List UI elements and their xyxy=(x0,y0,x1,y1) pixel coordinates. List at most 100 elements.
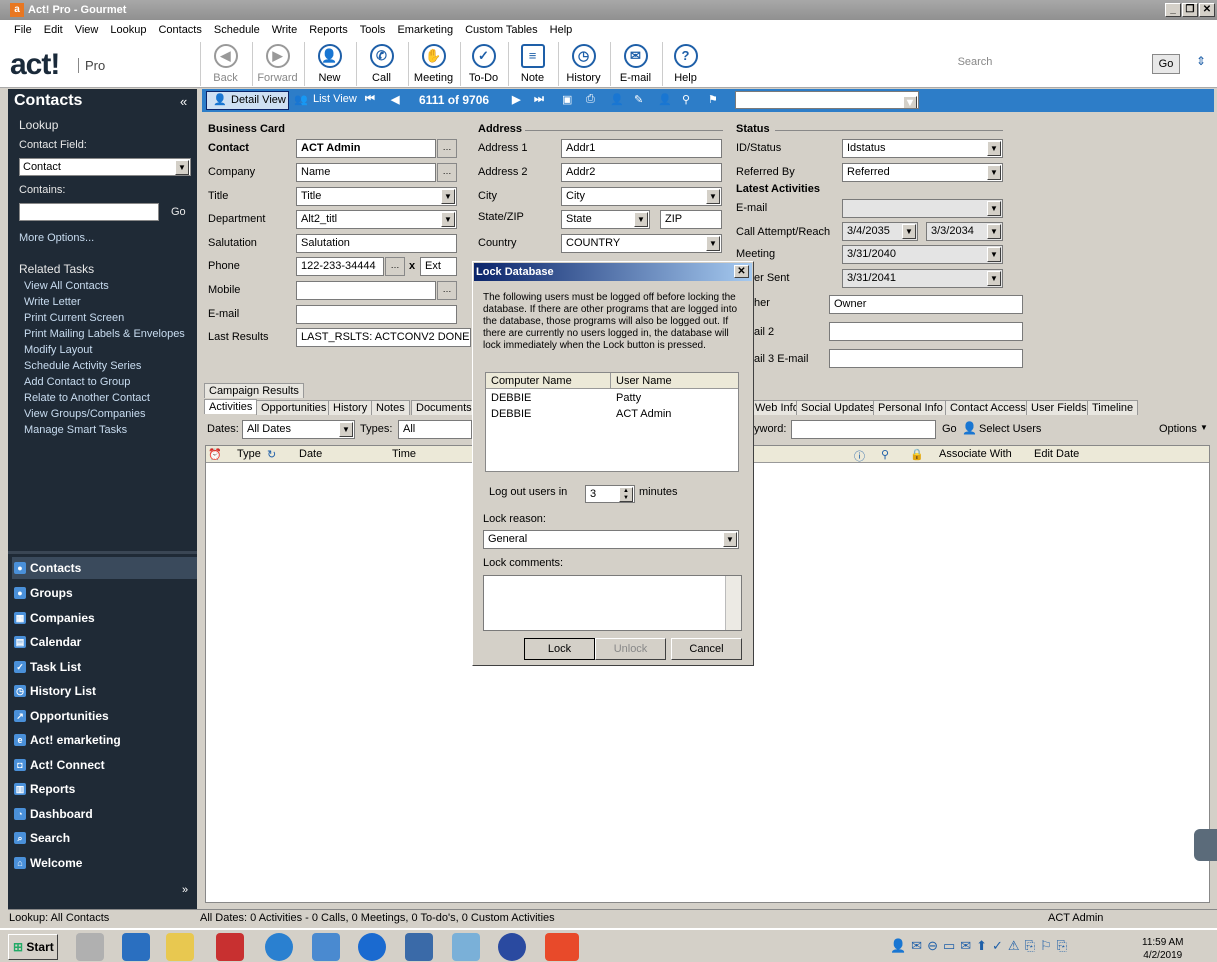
mobile-format-button[interactable]: … xyxy=(437,281,457,300)
menu-tools[interactable]: Tools xyxy=(360,24,386,36)
control-panel-icon[interactable] xyxy=(312,933,340,961)
col-time[interactable]: Time xyxy=(392,448,416,460)
sidebar-splitter[interactable] xyxy=(8,551,197,554)
state-select[interactable]: State ▼ xyxy=(561,210,650,229)
col-type[interactable]: Type xyxy=(237,448,261,460)
logout-minutes-spinner[interactable]: 3 ▲ ▼ xyxy=(585,485,635,503)
tab-user-fields[interactable]: User Fields xyxy=(1026,400,1092,415)
nav-dashboard[interactable]: ◔ Dashboard xyxy=(12,803,197,825)
new-button[interactable]: 👤 New xyxy=(304,42,354,86)
previous-record-icon[interactable]: ◀ xyxy=(391,93,399,106)
dialog-close-button[interactable]: ✕ xyxy=(734,265,749,278)
minimize-button[interactable]: _ xyxy=(1165,3,1181,17)
tab-social-updates[interactable]: Social Updates xyxy=(796,400,880,415)
toolbar-expand-icon[interactable]: ⇕ xyxy=(1196,54,1206,68)
menu-file[interactable]: File xyxy=(14,24,32,36)
task-add-contact-to-group[interactable]: Add Contact to Group xyxy=(24,376,130,388)
referred-by-select[interactable]: Referred ▼ xyxy=(842,163,1003,182)
menu-lookup[interactable]: Lookup xyxy=(110,24,146,36)
email-field[interactable] xyxy=(296,305,457,324)
task-manage-smart-tasks[interactable]: Manage Smart Tasks xyxy=(24,424,127,436)
email3-field[interactable] xyxy=(829,349,1023,368)
task-print-current-screen[interactable]: Print Current Screen xyxy=(24,312,124,324)
col-computer-name[interactable]: Computer Name xyxy=(491,375,572,387)
phone-format-button[interactable]: … xyxy=(385,257,405,276)
history-button[interactable]: ◷ History xyxy=(558,42,608,86)
nav-search[interactable]: ⌕ Search xyxy=(12,827,197,849)
menu-view[interactable]: View xyxy=(75,24,99,36)
mobile-field[interactable] xyxy=(296,281,436,300)
address2-field[interactable]: Addr2 xyxy=(561,163,722,182)
company-field[interactable]: Name xyxy=(296,163,436,182)
spinner-arrows-icon[interactable]: ▲ ▼ xyxy=(619,487,633,502)
search-go-button[interactable]: Go xyxy=(1152,54,1180,74)
toolbox-icon[interactable] xyxy=(216,933,244,961)
collapse-sidebar-icon[interactable]: « xyxy=(180,94,187,109)
computer-icon[interactable] xyxy=(76,933,104,961)
help-center-icon[interactable] xyxy=(498,933,526,961)
title-select[interactable]: Title ▼ xyxy=(296,187,457,206)
select-users-button[interactable]: Select Users xyxy=(979,423,1041,435)
nav-act-connect[interactable]: ◘ Act! Connect xyxy=(12,754,197,776)
menu-emarketing[interactable]: Emarketing xyxy=(397,24,453,36)
nav-expand-icon[interactable]: » xyxy=(182,884,188,896)
lock-icon[interactable]: 🔒 xyxy=(910,448,924,461)
nav-contacts[interactable]: ● Contacts xyxy=(12,557,197,579)
close-button[interactable]: ✕ xyxy=(1199,3,1215,17)
nav-companies[interactable]: ▦ Companies xyxy=(12,607,197,629)
dates-filter-select[interactable]: All Dates ▼ xyxy=(242,420,355,439)
task-print-mailing-labels[interactable]: Print Mailing Labels & Envelopes xyxy=(24,328,185,340)
lock-button[interactable]: Lock xyxy=(524,638,595,660)
system-clock[interactable]: 11:59 AM 4/2/2019 xyxy=(1142,936,1184,962)
cancel-button[interactable]: Cancel xyxy=(671,638,742,660)
tab-campaign-results[interactable]: Campaign Results xyxy=(204,383,304,398)
row-computer[interactable]: DEBBIE xyxy=(491,408,531,420)
keyword-go-button[interactable]: Go xyxy=(942,423,957,435)
col-user-name[interactable]: User Name xyxy=(616,375,672,387)
company-lookup-button[interactable]: … xyxy=(437,163,457,182)
contact-field[interactable]: ACT Admin xyxy=(296,139,436,158)
task-write-letter[interactable]: Write Letter xyxy=(24,296,81,308)
attach-icon[interactable]: ⚲ xyxy=(682,93,690,106)
row-user[interactable]: Patty xyxy=(616,392,641,404)
first-record-icon[interactable]: ⏮ xyxy=(365,93,375,106)
zip-field[interactable]: ZIP xyxy=(660,210,722,229)
col-date[interactable]: Date xyxy=(299,448,322,460)
phone-ext-field[interactable]: Ext xyxy=(420,257,457,276)
email2-field[interactable] xyxy=(829,322,1023,341)
department-select[interactable]: Alt2_titl ▼ xyxy=(296,210,457,229)
meeting-button[interactable]: ✋ Meeting xyxy=(408,42,458,86)
tab-contact-access[interactable]: Contact Access xyxy=(945,400,1031,415)
menu-reports[interactable]: Reports xyxy=(309,24,348,36)
list-view-icon[interactable]: 👥 xyxy=(294,93,308,106)
system-tray-icons[interactable]: 👤✉⊖▭✉⬆✓⚠⎘⚐⎘ xyxy=(890,938,1130,954)
nav-groups[interactable]: ● Groups xyxy=(12,582,197,604)
menu-schedule[interactable]: Schedule xyxy=(214,24,260,36)
email-button[interactable]: ✉ E-mail xyxy=(610,42,660,86)
country-select[interactable]: COUNTRY ▼ xyxy=(561,234,722,253)
task-relate-to-another-contact[interactable]: Relate to Another Contact xyxy=(24,392,150,404)
more-options-link[interactable]: More Options... xyxy=(19,232,94,244)
logged-users-list[interactable]: Computer Name User Name DEBBIE Patty DEB… xyxy=(485,372,739,472)
call-button[interactable]: ✆ Call xyxy=(356,42,406,86)
detail-view-button[interactable]: Detail View 👤 xyxy=(206,91,289,110)
salutation-field[interactable]: Salutation xyxy=(296,234,457,253)
row-user[interactable]: ACT Admin xyxy=(616,408,671,420)
tab-timeline[interactable]: Timeline xyxy=(1087,400,1139,415)
internet-explorer-icon[interactable] xyxy=(265,933,293,961)
attachment-icon[interactable]: ⚲ xyxy=(881,448,889,461)
user-icon[interactable]: 👤 xyxy=(658,93,672,106)
lock-comments-textarea[interactable] xyxy=(483,575,742,631)
tab-documents[interactable]: Documents xyxy=(411,400,477,415)
city-select[interactable]: City ▼ xyxy=(561,187,722,206)
last-results-field[interactable]: LAST_RSLTS: ACTCONV2 DONE xyxy=(296,328,471,347)
start-button[interactable]: ⊞ Start xyxy=(8,934,58,960)
comments-scrollbar[interactable] xyxy=(725,576,741,630)
back-button[interactable]: ◀ Back xyxy=(200,42,250,86)
folder-icon[interactable] xyxy=(166,933,194,961)
print-icon[interactable]: ⎙ xyxy=(586,93,595,106)
contains-input[interactable] xyxy=(19,203,159,221)
nav-welcome[interactable]: ⌂ Welcome xyxy=(12,852,197,874)
menu-contacts[interactable]: Contacts xyxy=(158,24,201,36)
tab-opportunities[interactable]: Opportunities xyxy=(256,400,332,415)
